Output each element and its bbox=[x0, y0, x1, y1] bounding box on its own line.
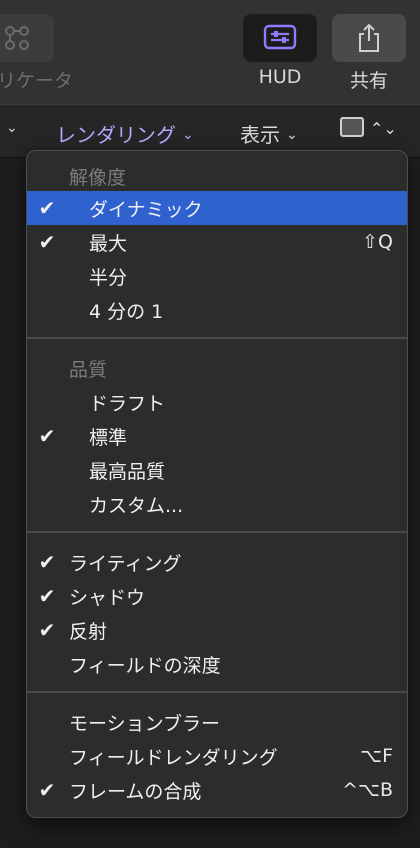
hud-icon bbox=[263, 24, 297, 50]
checkmark-icon: ✔ bbox=[38, 196, 56, 220]
checkmark-icon: ✔ bbox=[38, 584, 56, 608]
stepper-icon: ⌃⌄ bbox=[370, 118, 397, 138]
menu-item-half[interactable]: 半分 bbox=[27, 259, 407, 293]
menu-item-shadows[interactable]: ✔ シャドウ bbox=[27, 579, 407, 613]
rendering-menu: 解像度 ✔ ダイナミック ✔ 最大 ⇧Q 半分 4 分の 1 品質 ドラフト ✔… bbox=[26, 150, 408, 818]
menu-item-full[interactable]: ✔ 最大 ⇧Q bbox=[27, 225, 407, 259]
chevron-down-icon: ⌄ bbox=[182, 126, 194, 143]
left-menu-chevron[interactable]: ⌄ bbox=[6, 119, 18, 136]
display-label: 表示 bbox=[240, 123, 280, 147]
display-menu-button[interactable]: 表示 ⌄ bbox=[240, 119, 298, 148]
resolution-header: 解像度 bbox=[69, 167, 127, 189]
chevron-down-icon: ⌄ bbox=[286, 126, 298, 143]
menu-item-depth-of-field[interactable]: フィールドの深度 bbox=[27, 647, 407, 681]
rendering-menu-button[interactable]: レンダリング ⌄ bbox=[56, 119, 194, 148]
checkmark-icon: ✔ bbox=[38, 230, 56, 254]
share-label: 共有 bbox=[349, 70, 388, 92]
hud-button[interactable] bbox=[243, 14, 317, 62]
chevron-down-icon: ⌄ bbox=[6, 120, 18, 136]
quality-header: 品質 bbox=[69, 359, 108, 381]
share-button[interactable] bbox=[332, 14, 406, 62]
rendering-label: レンダリング bbox=[56, 123, 176, 147]
replicator-icon bbox=[5, 26, 29, 50]
shortcut-label: ^⌥B bbox=[342, 779, 393, 801]
menu-separator bbox=[27, 691, 407, 693]
menu-item-normal[interactable]: ✔ 標準 bbox=[27, 419, 407, 453]
menu-item-dynamic[interactable]: ✔ ダイナミック bbox=[27, 191, 407, 225]
menu-item-field-rendering[interactable]: フィールドレンダリング ⌥F bbox=[27, 739, 407, 773]
checkmark-icon: ✔ bbox=[38, 618, 56, 642]
menu-item-quarter[interactable]: 4 分の 1 bbox=[27, 293, 407, 327]
menu-item-lighting[interactable]: ✔ ライティング bbox=[27, 545, 407, 579]
hud-label: HUD bbox=[258, 66, 302, 88]
replicator-button[interactable] bbox=[0, 14, 54, 62]
menu-item-motion-blur[interactable]: モーションブラー bbox=[27, 705, 407, 739]
shortcut-label: ⇧Q bbox=[362, 231, 393, 253]
menu-item-best[interactable]: 最高品質 bbox=[27, 453, 407, 487]
toolbar: リケータ HUD 共有 bbox=[0, 0, 420, 107]
menu-item-frame-blending[interactable]: ✔ フレームの合成 ^⌥B bbox=[27, 773, 407, 807]
share-icon bbox=[359, 23, 379, 52]
checkmark-icon: ✔ bbox=[38, 550, 56, 574]
shortcut-label: ⌥F bbox=[360, 745, 393, 767]
menu-item-custom[interactable]: カスタム... bbox=[27, 487, 407, 521]
replicator-label: リケータ bbox=[0, 70, 73, 92]
menu-item-reflections[interactable]: ✔ 反射 bbox=[27, 613, 407, 647]
checkmark-icon: ✔ bbox=[38, 778, 56, 802]
checkmark-icon: ✔ bbox=[38, 424, 56, 448]
menu-separator bbox=[27, 531, 407, 533]
view-layout-popup[interactable]: ⌃⌄ bbox=[340, 117, 397, 138]
menu-item-draft[interactable]: ドラフト bbox=[27, 385, 407, 419]
window-icon bbox=[340, 117, 364, 137]
menu-separator bbox=[27, 337, 407, 339]
